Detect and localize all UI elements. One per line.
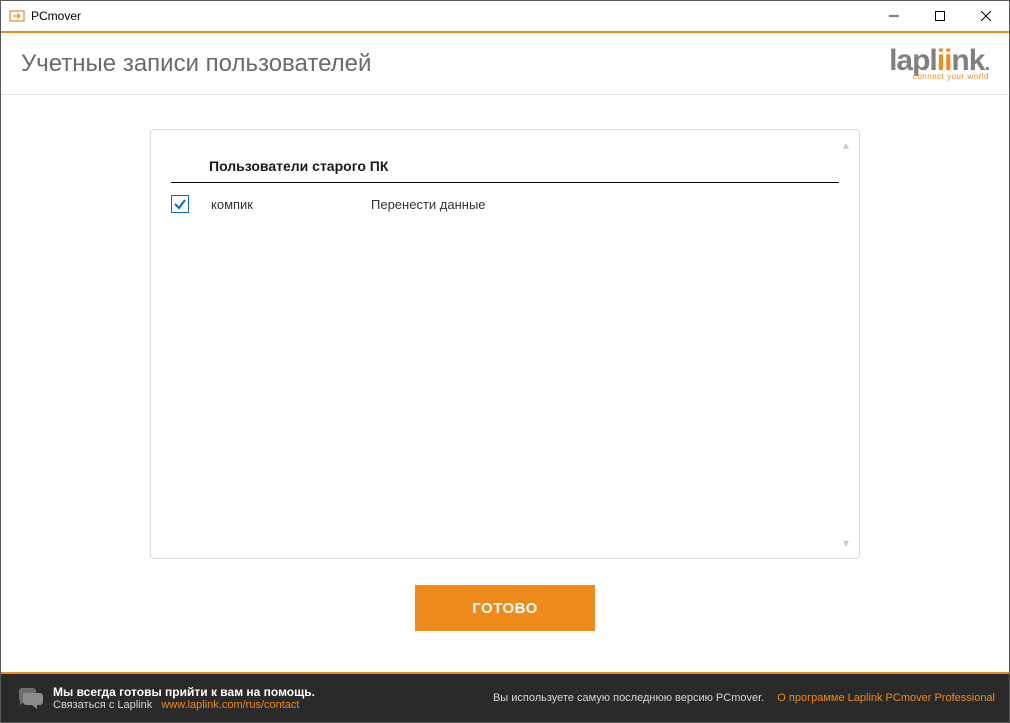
page-title: Учетные записи пользователей	[21, 50, 371, 78]
close-button[interactable]	[963, 1, 1009, 31]
user-row[interactable]: компик Перенести данные	[171, 193, 839, 215]
section-divider	[171, 182, 839, 183]
scroll-up-icon[interactable]: ▴	[843, 138, 849, 152]
minimize-button[interactable]	[871, 1, 917, 31]
done-button[interactable]: ГОТОВО	[415, 585, 595, 631]
user-checkbox[interactable]	[171, 195, 189, 213]
chat-icon	[15, 684, 43, 712]
logo-tagline: connect your world	[913, 72, 989, 81]
logo-word: lapliink.	[889, 47, 989, 74]
user-name: компик	[211, 197, 371, 212]
help-line: Мы всегда готовы прийти к вам на помощь.	[53, 685, 315, 699]
window-title: PCmover	[31, 9, 81, 23]
check-icon	[173, 197, 187, 211]
footer: Мы всегда готовы прийти к вам на помощь.…	[1, 672, 1009, 722]
page-header: Учетные записи пользователей lapliink. c…	[1, 33, 1009, 95]
users-card: ▴ Пользователи старого ПК компик Перенес…	[150, 129, 860, 559]
app-icon	[9, 8, 25, 24]
maximize-button[interactable]	[917, 1, 963, 31]
about-link[interactable]: О программе Laplink PCmover Professional	[777, 692, 995, 704]
app-window: PCmover Учетные записи пользователей lap…	[0, 0, 1010, 723]
titlebar: PCmover	[1, 1, 1009, 31]
version-text: Вы используете самую последнюю версию PC…	[493, 692, 764, 704]
content-area: ▴ Пользователи старого ПК компик Перенес…	[1, 95, 1009, 672]
user-action: Перенести данные	[371, 197, 486, 212]
contact-label: Связаться с Laplink	[53, 699, 152, 711]
scroll-down-icon[interactable]: ▾	[843, 536, 849, 550]
laplink-logo: lapliink. connect your world	[889, 47, 989, 81]
section-title: Пользователи старого ПК	[171, 158, 839, 182]
contact-link[interactable]: www.laplink.com/rus/contact	[161, 699, 299, 711]
footer-right: Вы используете самую последнюю версию PC…	[493, 692, 995, 704]
footer-left: Мы всегда готовы прийти к вам на помощь.…	[53, 685, 315, 711]
